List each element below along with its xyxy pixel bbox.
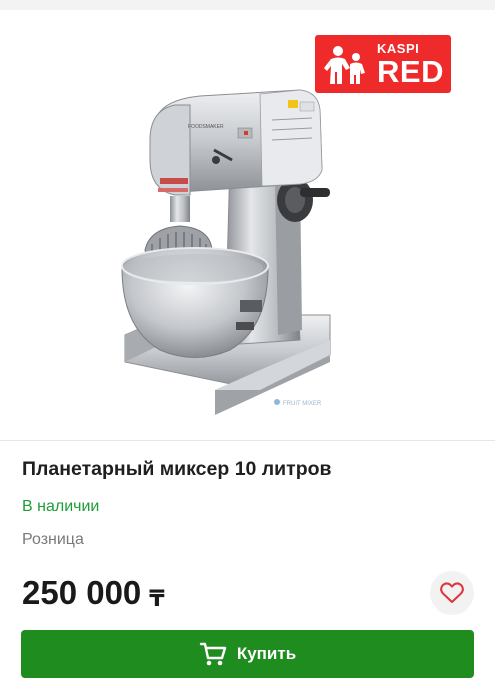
bottom-strip (0, 690, 495, 699)
product-price: 250 000 ₸ (22, 574, 165, 612)
cart-icon (199, 642, 227, 666)
divider (0, 440, 495, 441)
favorite-button[interactable] (430, 571, 474, 615)
availability-status: В наличии (22, 498, 100, 515)
heart-icon (440, 582, 464, 603)
red-label: RED (377, 53, 444, 89)
sale-type-label: Розница (22, 531, 84, 548)
svg-text:FRUIT MIXER: FRUIT MIXER (283, 401, 322, 407)
top-strip (0, 0, 495, 10)
buy-button-label: Купить (236, 644, 297, 663)
product-title: Планетарный миксер 10 литров (22, 458, 332, 480)
kaspi-brand-label: KASPI (377, 40, 420, 56)
svg-text:FOODSMAKER: FOODSMAKER (188, 124, 224, 130)
kaspi-red-figure-icon (324, 46, 365, 84)
buy-button[interactable]: Купить (21, 630, 474, 678)
price-value: 250 000 (22, 574, 142, 611)
product-image-area[interactable]: FOODSMAKER FRUIT MIXER KASPI RED (0, 10, 495, 440)
kaspi-red-badge: KASPI RED (315, 35, 451, 93)
currency-symbol: ₸ (149, 586, 165, 611)
